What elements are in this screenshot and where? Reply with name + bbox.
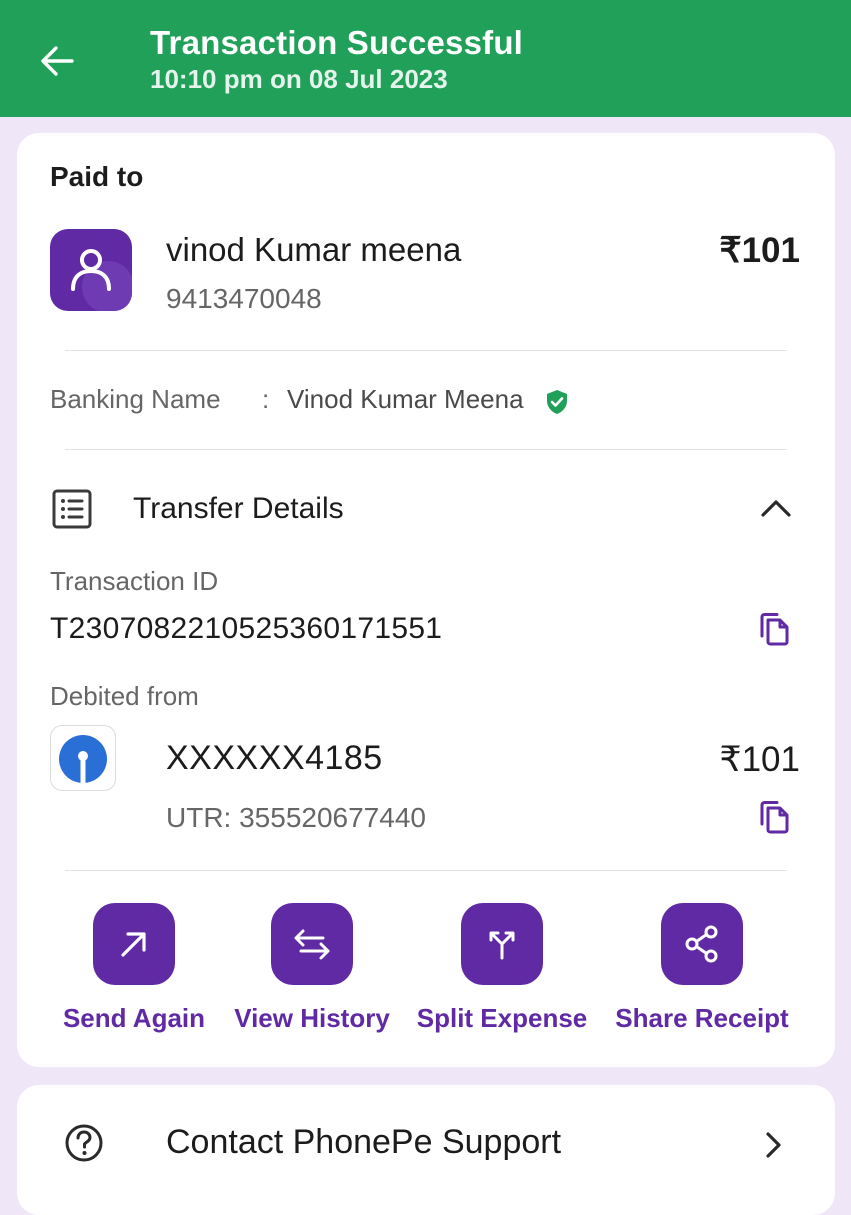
back-button[interactable] — [34, 38, 80, 84]
verified-shield-icon — [547, 390, 567, 414]
transaction-card: Paid to vinod Kumar meena 9413470048 ₹10… — [17, 133, 835, 1067]
divider — [65, 870, 787, 871]
transaction-id-label: Transaction ID — [50, 566, 219, 596]
person-icon — [71, 249, 132, 311]
send-again-button[interactable]: Send Again — [44, 903, 224, 1043]
banking-name-label: Banking Name — [50, 384, 221, 414]
debit-account-number: XXXXXX4185 — [166, 739, 383, 777]
banking-name-separator: : — [262, 384, 270, 414]
paid-amount: ₹101 — [719, 231, 800, 270]
sbi-logo-icon — [59, 735, 107, 784]
app-header: Transaction Successful 10:10 pm on 08 Ju… — [0, 0, 851, 117]
debited-from-label: Debited from — [50, 681, 199, 711]
split-icon — [489, 931, 515, 960]
share-receipt-button[interactable]: Share Receipt — [612, 903, 792, 1043]
banking-name-value: Vinod Kumar Meena — [287, 384, 524, 414]
transfer-details-heading: Transfer Details — [133, 492, 344, 525]
page-title: Transaction Successful — [150, 24, 524, 61]
divider — [65, 350, 787, 351]
chevron-right-icon — [766, 1132, 781, 1158]
contact-support-row[interactable]: Contact PhonePe Support — [17, 1085, 835, 1215]
back-arrow-icon — [41, 46, 74, 76]
divider — [65, 449, 787, 450]
swap-arrows-icon — [294, 929, 330, 960]
transaction-id-value: T2307082210525360171551 — [50, 612, 443, 645]
bank-logo — [50, 725, 116, 791]
share-icon — [685, 925, 718, 963]
copy-utr-icon[interactable] — [755, 799, 791, 835]
view-history-button[interactable]: View History — [222, 903, 402, 1043]
arrow-up-right-icon — [121, 932, 146, 957]
utr-number: UTR: 355520677440 — [166, 802, 426, 833]
contact-support-label: Contact PhonePe Support — [166, 1123, 562, 1161]
debited-amount: ₹101 — [719, 740, 800, 779]
collapse-chevron-up-icon[interactable] — [759, 493, 793, 523]
help-question-icon — [65, 1124, 103, 1162]
transaction-timestamp: 10:10 pm on 08 Jul 2023 — [150, 64, 448, 94]
payee-phone: 9413470048 — [166, 283, 322, 314]
receipt-list-icon — [52, 489, 92, 529]
split-expense-button[interactable]: Split Expense — [412, 903, 592, 1043]
payee-avatar — [50, 229, 132, 311]
copy-transaction-id-icon[interactable] — [755, 611, 791, 647]
paid-to-heading: Paid to — [50, 161, 144, 192]
payee-name: vinod Kumar meena — [166, 231, 462, 268]
